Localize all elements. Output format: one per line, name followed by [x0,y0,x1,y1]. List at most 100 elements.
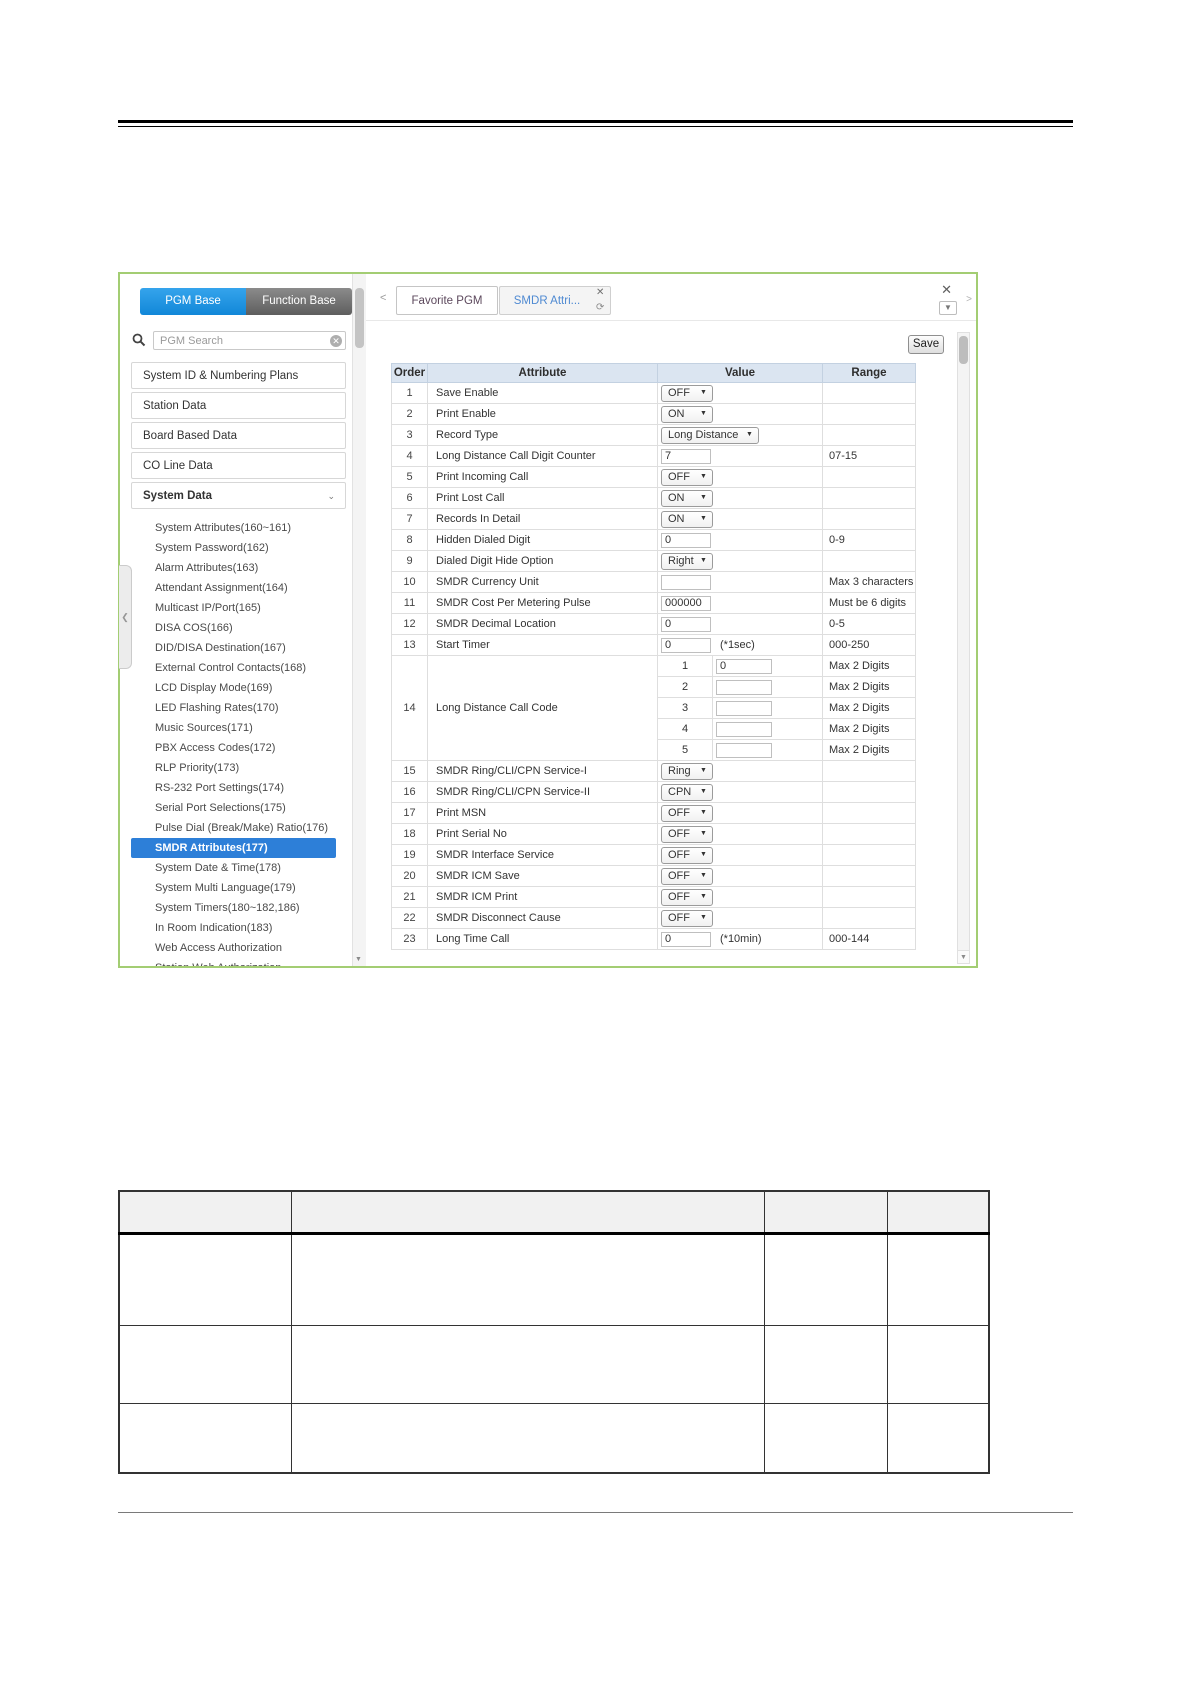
sidebar-scrollbar-thumb[interactable] [355,288,364,348]
sidebar-item-system-attributes-160-161-[interactable]: System Attributes(160~161) [131,518,346,538]
save-button[interactable]: Save [908,335,944,354]
smdr-icm-print-select[interactable]: OFF▼ [661,889,713,906]
range-cell [823,467,916,488]
sidebar: PGM Base Function Base ✕ System ID & Num… [120,274,352,966]
tab-smdr-attributes[interactable]: SMDR Attri... ✕ ⟳ [499,286,611,315]
tab-scroll-right-icon[interactable]: > [966,294,972,305]
sidebar-item-external-control-contacts-168-[interactable]: External Control Contacts(168) [131,658,346,678]
tab-close-icon[interactable]: ✕ [596,288,608,298]
sidebar-item-system-password-162-[interactable]: System Password(162) [131,538,346,558]
smdr-currency-unit-input[interactable] [661,575,711,590]
smdr-interface-service-select[interactable]: OFF ▼ [661,847,713,864]
table-row-20: 20SMDR ICM SaveOFF▼ [392,866,916,887]
long-time-call-input[interactable] [661,932,711,947]
sidebar-item-serial-port-selections-175-[interactable]: Serial Port Selections(175) [131,798,346,818]
save-enable-select[interactable]: OFF▼ [661,385,713,402]
start-timer-input[interactable] [661,638,711,653]
sidebar-sections: System ID & Numbering Plans Station Data B… [131,362,346,509]
sidebar-item-station-web-authorization[interactable]: Station Web Authorization [131,958,346,966]
sidebar-item-attendant-assignment-164-[interactable]: Attendant Assignment(164) [131,578,346,598]
sidebar-item-rs-232-port-settings-174-[interactable]: RS-232 Port Settings(174) [131,778,346,798]
print-lost-call-select[interactable]: ON▼ [661,490,713,507]
content-scrollbar-thumb[interactable] [959,336,968,364]
range-cell [823,488,916,509]
records-in-detail-select[interactable]: ON▼ [661,511,713,528]
tab-function-base[interactable]: Function Base [246,288,352,315]
tab-scroll-left-icon[interactable]: < [380,292,386,304]
sidebar-item-music-sources-171-[interactable]: Music Sources(171) [131,718,346,738]
range-cell: Must be 6 digits [823,593,916,614]
smdr-decimal-location-input[interactable] [661,617,711,632]
long-distance-call-code-input-2[interactable] [716,680,772,695]
print-serial-no-select-value: OFF [668,828,694,840]
order-cell: 21 [392,887,428,908]
value-cell: OFF▼ [658,467,823,488]
smdr-icm-save-select[interactable]: OFF▼ [661,868,713,885]
long-distance-call-code-input-5[interactable] [716,743,772,758]
print-msn-select[interactable]: OFF▼ [661,805,713,822]
sidebar-section-system-id-numbering-plans[interactable]: System ID & Numbering Plans [131,362,346,389]
smdr-ring-cli-cpn-service-i-select[interactable]: Ring▼ [661,763,713,780]
sidebar-item-multicast-ip-port-165-[interactable]: Multicast IP/Port(165) [131,598,346,618]
tab-list-dropdown-icon[interactable]: ▼ [939,301,957,315]
sidebar-section-co-line-data[interactable]: CO Line Data [131,452,346,479]
chevron-down-icon: ▼ [700,851,707,858]
long-distance-call-code-input-4[interactable] [716,722,772,737]
print-serial-no-select[interactable]: OFF▼ [661,826,713,843]
sub-index-cell: 3 [658,698,713,719]
content-scrollbar[interactable]: ▼ [957,332,970,964]
value-cell: Right▼ [658,551,823,572]
sidebar-item-system-timers-180-182-186-[interactable]: System Timers(180~182,186) [131,898,346,918]
hidden-dialed-digit-input[interactable] [661,533,711,548]
smdr-interface-service-select-value: OFF [668,849,694,861]
sidebar-collapse-handle[interactable]: ❮ [119,565,132,669]
value-cell [658,614,823,635]
sidebar-item-pulse-dial-break-make-ratio-176-[interactable]: Pulse Dial (Break/Make) Ratio(176) [131,818,346,838]
sidebar-item-did-disa-destination-167-[interactable]: DID/DISA Destination(167) [131,638,346,658]
sidebar-section-station-data[interactable]: Station Data [131,392,346,419]
sidebar-item-system-date-time-178-[interactable]: System Date & Time(178) [131,858,346,878]
order-cell: 4 [392,446,428,467]
sidebar-item-system-multi-language-179-[interactable]: System Multi Language(179) [131,878,346,898]
sidebar-item-disa-cos-166-[interactable]: DISA COS(166) [131,618,346,638]
table-row-7: 7Records In DetailON▼ [392,509,916,530]
close-all-tabs-icon[interactable]: ✕ [941,282,952,298]
table-row-15: 15SMDR Ring/CLI/CPN Service-IRing▼ [392,761,916,782]
sidebar-item-led-flashing-rates-170-[interactable]: LED Flashing Rates(170) [131,698,346,718]
chevron-down-icon: ⌄ [327,483,335,509]
sidebar-item-web-access-authorization[interactable]: Web Access Authorization [131,938,346,958]
print-enable-select[interactable]: ON▼ [661,406,713,423]
long-distance-call-code-input-3[interactable] [716,701,772,716]
sidebar-section-system-data[interactable]: System Data⌄ [131,482,346,509]
long-distance-call-digit-counter-input[interactable] [661,449,711,464]
spec-table [118,1190,990,1474]
search-input[interactable] [153,331,346,350]
table-row-2: 2Print EnableON▼ [392,404,916,425]
sidebar-section-board-based-data[interactable]: Board Based Data [131,422,346,449]
sidebar-item-alarm-attributes-163-[interactable]: Alarm Attributes(163) [131,558,346,578]
sidebar-scroll-down-icon[interactable]: ▼ [355,956,362,963]
tab-favorite-pgm[interactable]: Favorite PGM [396,286,498,315]
tab-refresh-icon[interactable]: ⟳ [596,302,608,313]
dialed-digit-hide-option-select[interactable]: Right▼ [661,553,713,570]
smdr-ring-cli-cpn-service-ii-select[interactable]: CPN▼ [661,784,713,801]
record-type-select[interactable]: Long Distance▼ [661,427,759,444]
clear-search-icon[interactable]: ✕ [330,335,342,347]
sidebar-scrollbar[interactable]: ▼ [352,274,366,966]
smdr-cost-per-metering-pulse-input[interactable] [661,596,711,611]
long-distance-call-code-input-1[interactable] [716,659,772,674]
sidebar-item-pbx-access-codes-172-[interactable]: PBX Access Codes(172) [131,738,346,758]
attribute-cell: Print Serial No [428,824,658,845]
content-scroll-down-icon[interactable]: ▼ [958,950,969,963]
sidebar-item-smdr-attributes-177-[interactable]: SMDR Attributes(177) [131,838,336,858]
sidebar-item-rlp-priority-173-[interactable]: RLP Priority(173) [131,758,346,778]
print-incoming-call-select[interactable]: OFF▼ [661,469,713,486]
attribute-cell: Print Enable [428,404,658,425]
sidebar-item-in-room-indication-183-[interactable]: In Room Indication(183) [131,918,346,938]
value-cell: ON▼ [658,509,823,530]
table-row-23: 23Long Time Call(*10min)000-144 [392,929,916,950]
tab-pgm-base[interactable]: PGM Base [140,288,246,315]
sidebar-item-lcd-display-mode-169-[interactable]: LCD Display Mode(169) [131,678,346,698]
print-lost-call-select-value: ON [668,492,694,504]
smdr-disconnect-cause-select[interactable]: OFF▼ [661,910,713,927]
